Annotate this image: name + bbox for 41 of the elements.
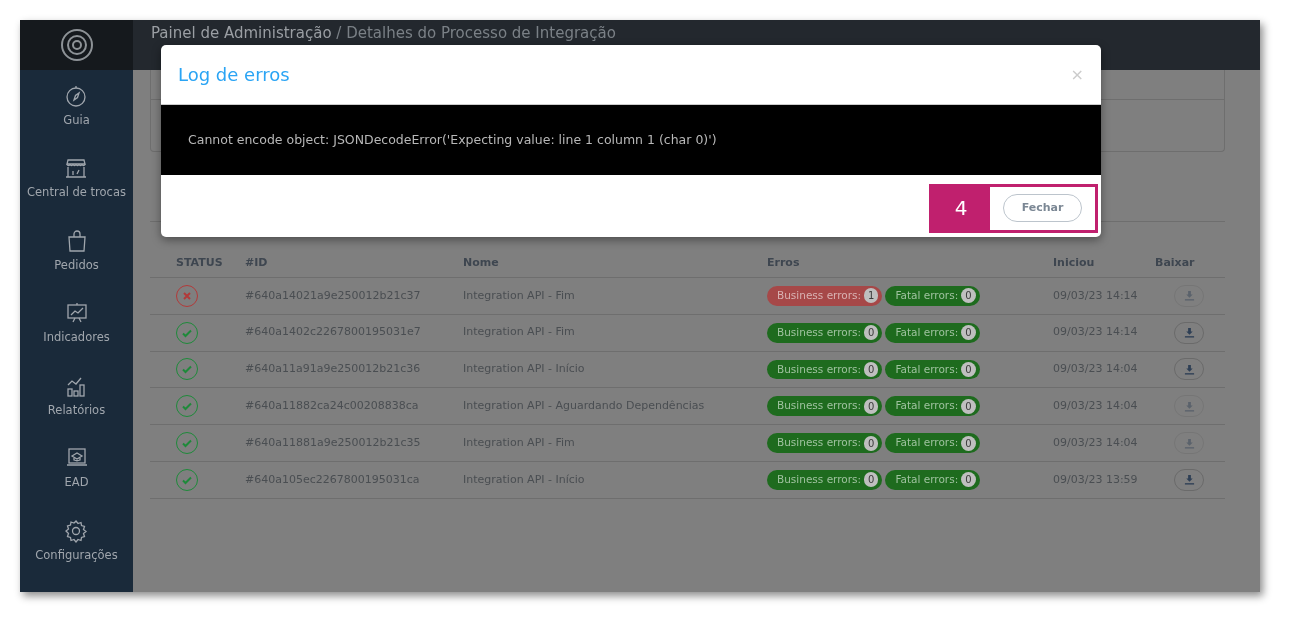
error-count-badge: Fatal errors: 0 xyxy=(885,286,980,306)
storefront-icon xyxy=(64,156,89,181)
column-header: STATUS xyxy=(175,255,224,272)
sidebar-label[interactable]: Guia xyxy=(63,111,90,129)
close-dialog-button[interactable]: Fechar xyxy=(1002,193,1083,223)
compass-icon xyxy=(64,83,89,108)
error-count-badge: Business errors: 0 xyxy=(767,433,883,453)
sidebar-label[interactable]: Pedidos xyxy=(54,256,99,274)
sidebar-label[interactable]: Central de trocas xyxy=(27,184,126,202)
breadcrumb: / Detalhes do Processo de Integração xyxy=(336,24,616,42)
sidebar-label[interactable]: Indicadores xyxy=(43,329,110,347)
column-header: Baixar xyxy=(1155,255,1196,272)
error-message: Cannot encode object: JSONDecodeError('Expecting value: line 1 column 1 (char 0)') xyxy=(188,130,717,149)
error-count-badge: Fatal errors: 0 xyxy=(885,322,980,343)
column-header: Nome xyxy=(463,255,500,272)
sidebar-label[interactable]: EAD xyxy=(64,474,89,492)
download-icon xyxy=(1183,364,1195,375)
error-count-badge: Business errors: 0 xyxy=(767,359,883,380)
download-icon xyxy=(1183,400,1195,412)
column-header: #ID xyxy=(245,255,269,272)
download-icon xyxy=(1183,327,1195,339)
error-count-badge: Business errors: 0 xyxy=(767,322,883,343)
settings-icon xyxy=(64,518,89,543)
error-count-badge: Business errors: 1 xyxy=(767,286,883,306)
callout-number: 4 xyxy=(953,195,969,222)
download-icon xyxy=(1183,437,1195,449)
dialog-title: Log de erros xyxy=(178,63,290,86)
column-header: Erros xyxy=(767,255,801,272)
sidebar-label[interactable]: Relatórios xyxy=(47,401,106,419)
error-count-badge: Fatal errors: 0 xyxy=(885,359,980,380)
error-count-badge: Fatal errors: 0 xyxy=(885,433,980,453)
error-count-badge: Fatal errors: 0 xyxy=(885,396,980,417)
error-count-badge: Business errors: 0 xyxy=(767,396,883,417)
download-icon xyxy=(1183,290,1195,302)
error-count-badge: Fatal errors: 0 xyxy=(885,470,980,490)
sidebar-label[interactable]: Configurações xyxy=(35,546,118,564)
column-header: Iniciou xyxy=(1053,255,1096,272)
page-title: Painel de Administração xyxy=(151,24,332,42)
error-count-badge: Business errors: 0 xyxy=(767,470,883,490)
logo-icon xyxy=(59,28,94,62)
download-icon xyxy=(1183,474,1195,486)
